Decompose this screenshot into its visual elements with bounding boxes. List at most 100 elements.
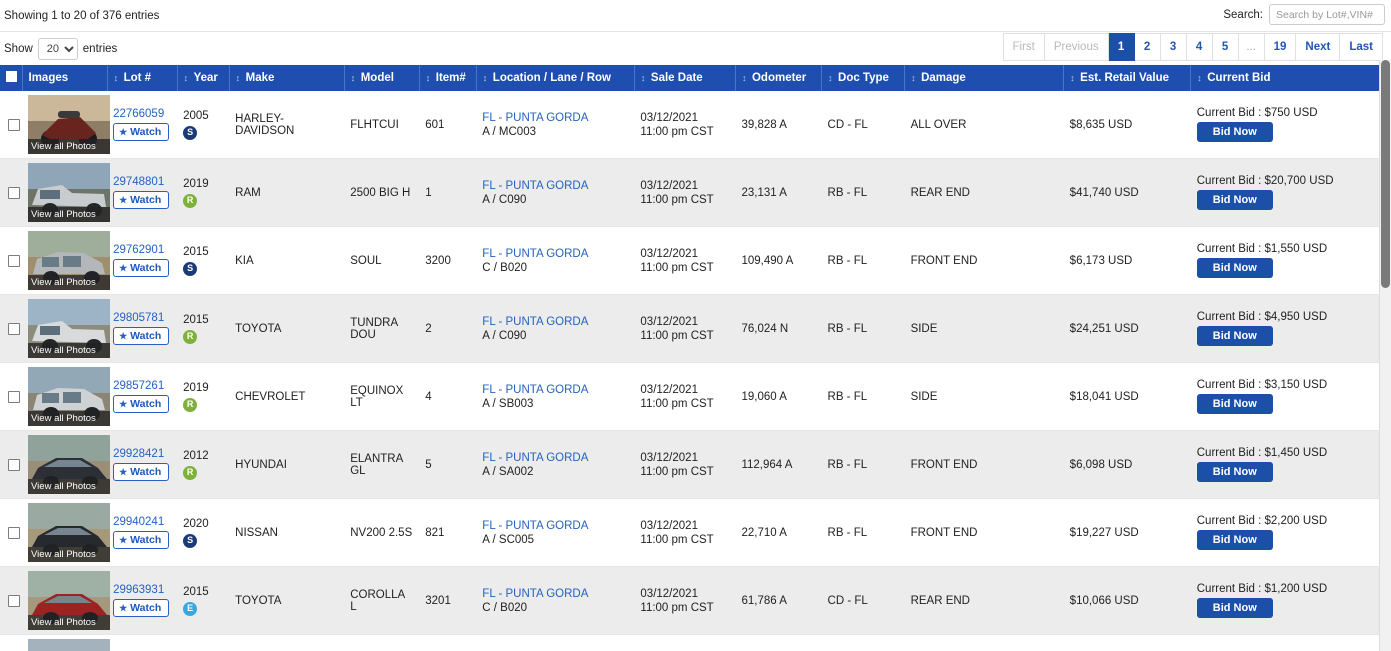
- pagination-first[interactable]: First: [1002, 33, 1045, 61]
- table-row[interactable]: View all Photos 29805781 ★ Watch 2015 R TOYOTA…: [0, 294, 1379, 363]
- location-link[interactable]: FL - PUNTA GORDA: [482, 520, 628, 532]
- row-select-cell[interactable]: [0, 430, 23, 499]
- bid-now-button[interactable]: Bid Now: [1196, 394, 1273, 414]
- bid-now-button[interactable]: Bid Now: [1196, 462, 1273, 482]
- sort-icon[interactable]: ↕: [1197, 74, 1205, 83]
- header-lot[interactable]: ↕ Lot #: [107, 65, 178, 91]
- entries-per-page-select[interactable]: 20: [37, 37, 78, 60]
- bid-now-button[interactable]: Bid Now: [1196, 326, 1273, 346]
- header-location[interactable]: ↕ Location / Lane / Row: [476, 65, 635, 91]
- lot-thumbnail[interactable]: View all Photos: [28, 367, 111, 426]
- lot-thumbnail[interactable]: View all Photos: [28, 571, 111, 630]
- row-select-cell[interactable]: [0, 634, 23, 651]
- table-row[interactable]: View all Photos29966241★Watch2010EVOLKSW…: [0, 634, 1379, 651]
- location-link[interactable]: FL - PUNTA GORDA: [482, 248, 628, 260]
- watch-button[interactable]: ★ Watch: [113, 191, 170, 209]
- sort-icon[interactable]: ↕: [426, 74, 434, 83]
- sort-icon[interactable]: ↕: [828, 74, 836, 83]
- header-year[interactable]: ↕ Year: [177, 65, 230, 91]
- row-image-cell[interactable]: View all Photos: [22, 634, 111, 651]
- sort-icon[interactable]: ↕: [742, 74, 750, 83]
- location-link[interactable]: FL - PUNTA GORDA: [482, 452, 628, 464]
- row-select-cell[interactable]: [0, 226, 23, 295]
- lot-number-link[interactable]: 29857261: [113, 380, 171, 392]
- row-select-cell[interactable]: [0, 158, 23, 227]
- view-all-photos-label[interactable]: View all Photos: [28, 547, 111, 562]
- view-all-photos-label[interactable]: View all Photos: [28, 275, 111, 290]
- bid-now-button[interactable]: Bid Now: [1196, 258, 1273, 278]
- row-select-cell[interactable]: [0, 294, 23, 363]
- view-all-photos-label[interactable]: View all Photos: [28, 615, 111, 630]
- sort-icon[interactable]: ↕: [911, 74, 919, 83]
- header-item[interactable]: ↕ Item#: [419, 65, 477, 91]
- table-row[interactable]: View all Photos 22766059 ★ Watch 2005 S HARLEY…: [0, 91, 1379, 159]
- lot-number-link[interactable]: 29762901: [113, 244, 171, 256]
- lot-number-link[interactable]: 29748801: [113, 176, 171, 188]
- lot-thumbnail[interactable]: View all Photos: [28, 503, 111, 562]
- row-checkbox[interactable]: [8, 186, 20, 199]
- location-link[interactable]: FL - PUNTA GORDA: [482, 384, 628, 396]
- location-link[interactable]: FL - PUNTA GORDA: [482, 588, 628, 600]
- row-checkbox[interactable]: [8, 254, 20, 267]
- row-image-cell[interactable]: View all Photos: [22, 226, 111, 295]
- watch-button[interactable]: ★ Watch: [113, 327, 170, 345]
- lot-number-link[interactable]: 29928421: [113, 448, 171, 460]
- sort-icon[interactable]: ↕: [641, 74, 649, 83]
- watch-button[interactable]: ★ Watch: [113, 123, 170, 141]
- lot-number-link[interactable]: 22766059: [113, 108, 171, 120]
- row-image-cell[interactable]: View all Photos: [22, 566, 111, 635]
- header-model[interactable]: ↕ Model: [344, 65, 420, 91]
- view-all-photos-label[interactable]: View all Photos: [28, 479, 111, 494]
- sort-icon[interactable]: ↕: [184, 74, 192, 83]
- vertical-scrollbar[interactable]: [1379, 60, 1391, 651]
- watch-button[interactable]: ★ Watch: [113, 531, 170, 549]
- pagination-previous[interactable]: Previous: [1044, 33, 1109, 61]
- row-image-cell[interactable]: View all Photos: [22, 91, 111, 159]
- watch-button[interactable]: ★ Watch: [113, 259, 170, 277]
- header-damage[interactable]: ↕ Damage: [904, 65, 1065, 91]
- row-checkbox[interactable]: [8, 322, 20, 335]
- sort-icon[interactable]: ↕: [236, 74, 244, 83]
- header-make[interactable]: ↕ Make: [229, 65, 345, 91]
- header-odometer[interactable]: ↕ Odometer: [735, 65, 823, 91]
- header-sale-date[interactable]: ↕ Sale Date: [634, 65, 736, 91]
- location-link[interactable]: FL - PUNTA GORDA: [482, 316, 628, 328]
- view-all-photos-label[interactable]: View all Photos: [28, 207, 111, 222]
- lot-thumbnail[interactable]: View all Photos: [28, 231, 111, 290]
- lot-thumbnail[interactable]: View all Photos: [28, 299, 111, 358]
- bid-now-button[interactable]: Bid Now: [1196, 190, 1273, 210]
- scrollbar-thumb[interactable]: [1381, 60, 1390, 288]
- row-checkbox[interactable]: [8, 458, 20, 471]
- pagination-page-4[interactable]: 4: [1186, 33, 1213, 61]
- pagination-page-2[interactable]: 2: [1134, 33, 1161, 61]
- row-image-cell[interactable]: View all Photos: [22, 362, 111, 431]
- row-select-cell[interactable]: [0, 362, 23, 431]
- header-select-all[interactable]: [0, 65, 23, 91]
- pagination-next[interactable]: Next: [1296, 33, 1341, 61]
- sort-icon[interactable]: ↕: [351, 74, 359, 83]
- view-all-photos-label[interactable]: View all Photos: [28, 411, 111, 426]
- table-row[interactable]: View all Photos 29762901 ★ Watch 2015 S KIA SOU…: [0, 226, 1379, 295]
- lot-number-link[interactable]: 29805781: [113, 312, 171, 324]
- lot-thumbnail[interactable]: View all Photos: [28, 435, 111, 494]
- bid-now-button[interactable]: Bid Now: [1196, 530, 1273, 550]
- location-link[interactable]: FL - PUNTA GORDA: [482, 112, 628, 124]
- table-row[interactable]: View all Photos 29928421 ★ Watch 2012 R HYUNDA…: [0, 430, 1379, 499]
- search-input[interactable]: [1269, 4, 1385, 25]
- pagination-last[interactable]: Last: [1340, 33, 1383, 61]
- row-select-cell[interactable]: [0, 498, 23, 567]
- watch-button[interactable]: ★ Watch: [113, 463, 170, 481]
- table-row[interactable]: View all Photos 29963931 ★ Watch 2015 E TOYOTA…: [0, 566, 1379, 635]
- row-checkbox[interactable]: [8, 526, 20, 539]
- view-all-photos-label[interactable]: View all Photos: [28, 343, 111, 358]
- row-checkbox[interactable]: [8, 390, 20, 403]
- lot-number-link[interactable]: 29963931: [113, 584, 171, 596]
- pagination-page-19[interactable]: 19: [1264, 33, 1297, 61]
- row-image-cell[interactable]: View all Photos: [22, 498, 111, 567]
- bid-now-button[interactable]: Bid Now: [1196, 122, 1273, 142]
- lot-thumbnail[interactable]: View all Photos: [28, 163, 111, 222]
- sort-icon[interactable]: ↕: [1070, 74, 1078, 83]
- watch-button[interactable]: ★ Watch: [113, 395, 170, 413]
- select-all-checkbox-icon[interactable]: [6, 71, 17, 82]
- row-checkbox[interactable]: [8, 594, 20, 607]
